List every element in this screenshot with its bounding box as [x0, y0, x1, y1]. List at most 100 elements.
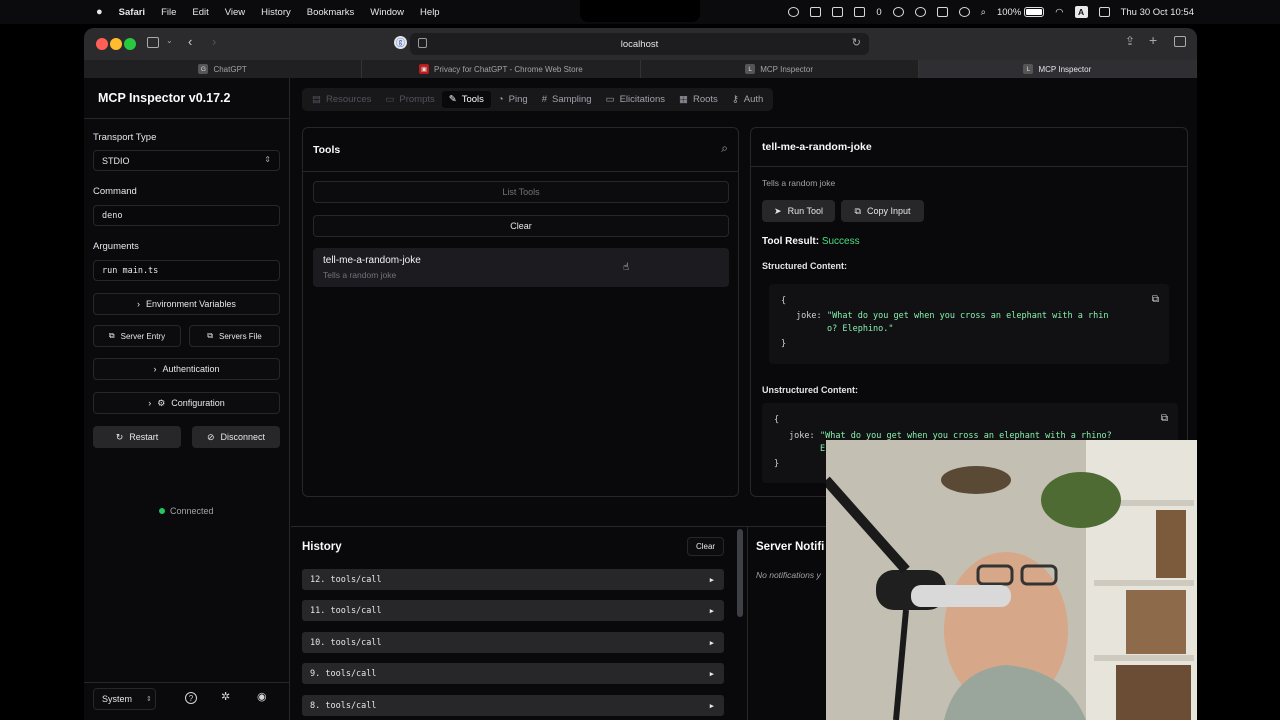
history-row[interactable]: 11. tools/call ▶: [302, 600, 724, 621]
battery-indicator[interactable]: 100%: [997, 7, 1045, 18]
tab-resources[interactable]: ▤ Resources: [305, 91, 378, 108]
expand-icon: ▶: [709, 575, 714, 584]
copy-icon[interactable]: ⧉: [1161, 413, 1168, 424]
tab-elicitations[interactable]: ▭ Elicitations: [599, 91, 672, 108]
bug-icon[interactable]: ✲: [221, 690, 230, 703]
wifi-icon[interactable]: ◠: [1055, 7, 1063, 18]
server-entry-button[interactable]: ⧉ Server Entry: [93, 325, 181, 347]
tool-result: Tool Result: Success: [762, 236, 860, 247]
clear-history-button[interactable]: Clear: [687, 537, 724, 556]
webcam-overlay: [826, 440, 1197, 720]
minimize-window-button[interactable]: [110, 38, 122, 50]
history-row-label: 10. tools/call: [310, 637, 382, 648]
safari-tab-chatgpt[interactable]: G ChatGPT: [84, 60, 363, 78]
status-icon-4[interactable]: [854, 7, 866, 17]
tab-ping[interactable]: ◔ Ping: [491, 91, 535, 108]
arguments-input[interactable]: run main.ts: [93, 260, 280, 281]
telegram-icon[interactable]: [892, 7, 904, 17]
tab-overview-icon[interactable]: [1174, 36, 1186, 47]
status-icon-3[interactable]: [832, 7, 844, 17]
tab-roots[interactable]: ▦ Roots: [672, 91, 725, 108]
environment-variables-button[interactable]: › Environment Variables: [93, 293, 280, 315]
privacy-extension-icon[interactable]: ⓖ: [394, 36, 407, 49]
menu-bookmarks[interactable]: Bookmarks: [307, 7, 355, 18]
tool-item[interactable]: tell-me-a-random-joke Tells a random jok…: [313, 248, 729, 287]
safari-tab-privacy[interactable]: ▣ Privacy for ChatGPT - Chrome Web Store: [362, 60, 641, 78]
json-key: joke:: [789, 431, 815, 441]
gear-icon: ⚙: [157, 397, 166, 408]
run-tool-button[interactable]: ➤ Run Tool: [762, 200, 835, 222]
history-row[interactable]: 10. tools/call ▶: [302, 632, 724, 653]
servers-file-button[interactable]: ⧉ Servers File: [189, 325, 280, 347]
transport-type-select[interactable]: STDIO ⇕: [93, 150, 280, 171]
chevron-down-icon[interactable]: ⌄: [166, 36, 173, 45]
menu-help[interactable]: Help: [420, 7, 440, 18]
tab-tools[interactable]: ✎ Tools: [441, 91, 491, 108]
send-icon: ➤: [774, 205, 782, 216]
zoom-window-button[interactable]: [124, 38, 136, 50]
github-icon[interactable]: ◉: [257, 690, 267, 703]
configuration-button[interactable]: › ⚙ Configuration: [93, 392, 280, 414]
menu-app-name[interactable]: Safari: [119, 7, 145, 18]
address-bar[interactable]: localhost ↻: [410, 33, 869, 55]
tab-sampling[interactable]: # Sampling: [535, 91, 599, 108]
server-notifications-title: Server Notifi: [756, 541, 825, 553]
disconnect-label: Disconnect: [220, 432, 266, 442]
copy-input-button[interactable]: ⧉ Copy Input: [841, 200, 924, 222]
status-icon-6[interactable]: [936, 7, 948, 17]
menu-view[interactable]: View: [225, 7, 245, 18]
status-icon-1[interactable]: [788, 7, 800, 17]
copy-icon[interactable]: ⧉: [1152, 294, 1159, 305]
safari-tab-label: Privacy for ChatGPT - Chrome Web Store: [434, 64, 583, 74]
search-icon[interactable]: ⌕: [981, 7, 986, 18]
status-icon-5[interactable]: [914, 7, 926, 17]
theme-select[interactable]: System ⇕: [93, 688, 156, 710]
menu-file[interactable]: File: [161, 7, 176, 18]
search-icon[interactable]: ⌕: [721, 141, 728, 156]
tool-detail-title: tell-me-a-random-joke: [762, 141, 872, 153]
menu-clock[interactable]: Thu 30 Oct 10:54: [1121, 7, 1194, 18]
authentication-button[interactable]: › Authentication: [93, 358, 280, 380]
new-tab-icon[interactable]: +: [1149, 32, 1157, 48]
tab-label: Auth: [743, 94, 764, 105]
disconnect-button[interactable]: ⊘ Disconnect: [192, 426, 280, 448]
command-input[interactable]: deno: [93, 205, 280, 226]
input-source-icon[interactable]: A: [1074, 6, 1088, 18]
back-icon[interactable]: ‹: [188, 34, 192, 49]
apple-menu-icon[interactable]: ●: [96, 6, 103, 18]
reload-icon[interactable]: ↻: [852, 36, 861, 49]
json-string-line-1: "What do you get when you cross an eleph…: [827, 311, 1109, 321]
history-scrollbar[interactable]: [737, 529, 743, 617]
status-icon-7[interactable]: [958, 7, 970, 17]
status-icon-2[interactable]: [810, 7, 822, 17]
tab-prompts[interactable]: ▭ Prompts: [378, 91, 441, 108]
tools-panel-title: Tools: [313, 144, 341, 156]
json-brace-close: }: [774, 459, 780, 469]
menu-history[interactable]: History: [261, 7, 291, 18]
help-icon[interactable]: ?: [185, 692, 197, 704]
safari-tab-mcp-2[interactable]: L MCP Inspector: [918, 60, 1197, 78]
expand-icon: ▶: [709, 606, 714, 615]
status-badge-count[interactable]: 0: [876, 7, 881, 18]
safari-tab-mcp-1[interactable]: L MCP Inspector: [641, 60, 919, 78]
history-row[interactable]: 12. tools/call ▶: [302, 569, 724, 590]
page-settings-icon[interactable]: [418, 38, 427, 48]
expand-icon: ▶: [709, 669, 714, 678]
share-icon[interactable]: ⇪: [1125, 34, 1135, 48]
prompts-icon: ▭: [385, 94, 395, 105]
restart-button[interactable]: ↻ Restart: [93, 426, 181, 448]
select-arrows-icon: ⇕: [264, 155, 271, 164]
expand-icon: ▶: [709, 701, 714, 710]
list-tools-button[interactable]: List Tools: [313, 181, 729, 203]
clear-tools-button[interactable]: Clear: [313, 215, 729, 237]
history-row[interactable]: 8. tools/call ▶: [302, 695, 724, 716]
menu-window[interactable]: Window: [370, 7, 404, 18]
control-center-icon[interactable]: [1098, 7, 1110, 17]
sidebar-toggle-icon[interactable]: [147, 37, 159, 48]
address-text: localhost: [620, 38, 659, 50]
tab-auth[interactable]: ⚷ Auth: [725, 91, 771, 108]
menu-edit[interactable]: Edit: [192, 7, 208, 18]
forward-icon[interactable]: ›: [212, 34, 216, 49]
close-window-button[interactable]: [96, 38, 108, 50]
history-row[interactable]: 9. tools/call ▶: [302, 663, 724, 684]
